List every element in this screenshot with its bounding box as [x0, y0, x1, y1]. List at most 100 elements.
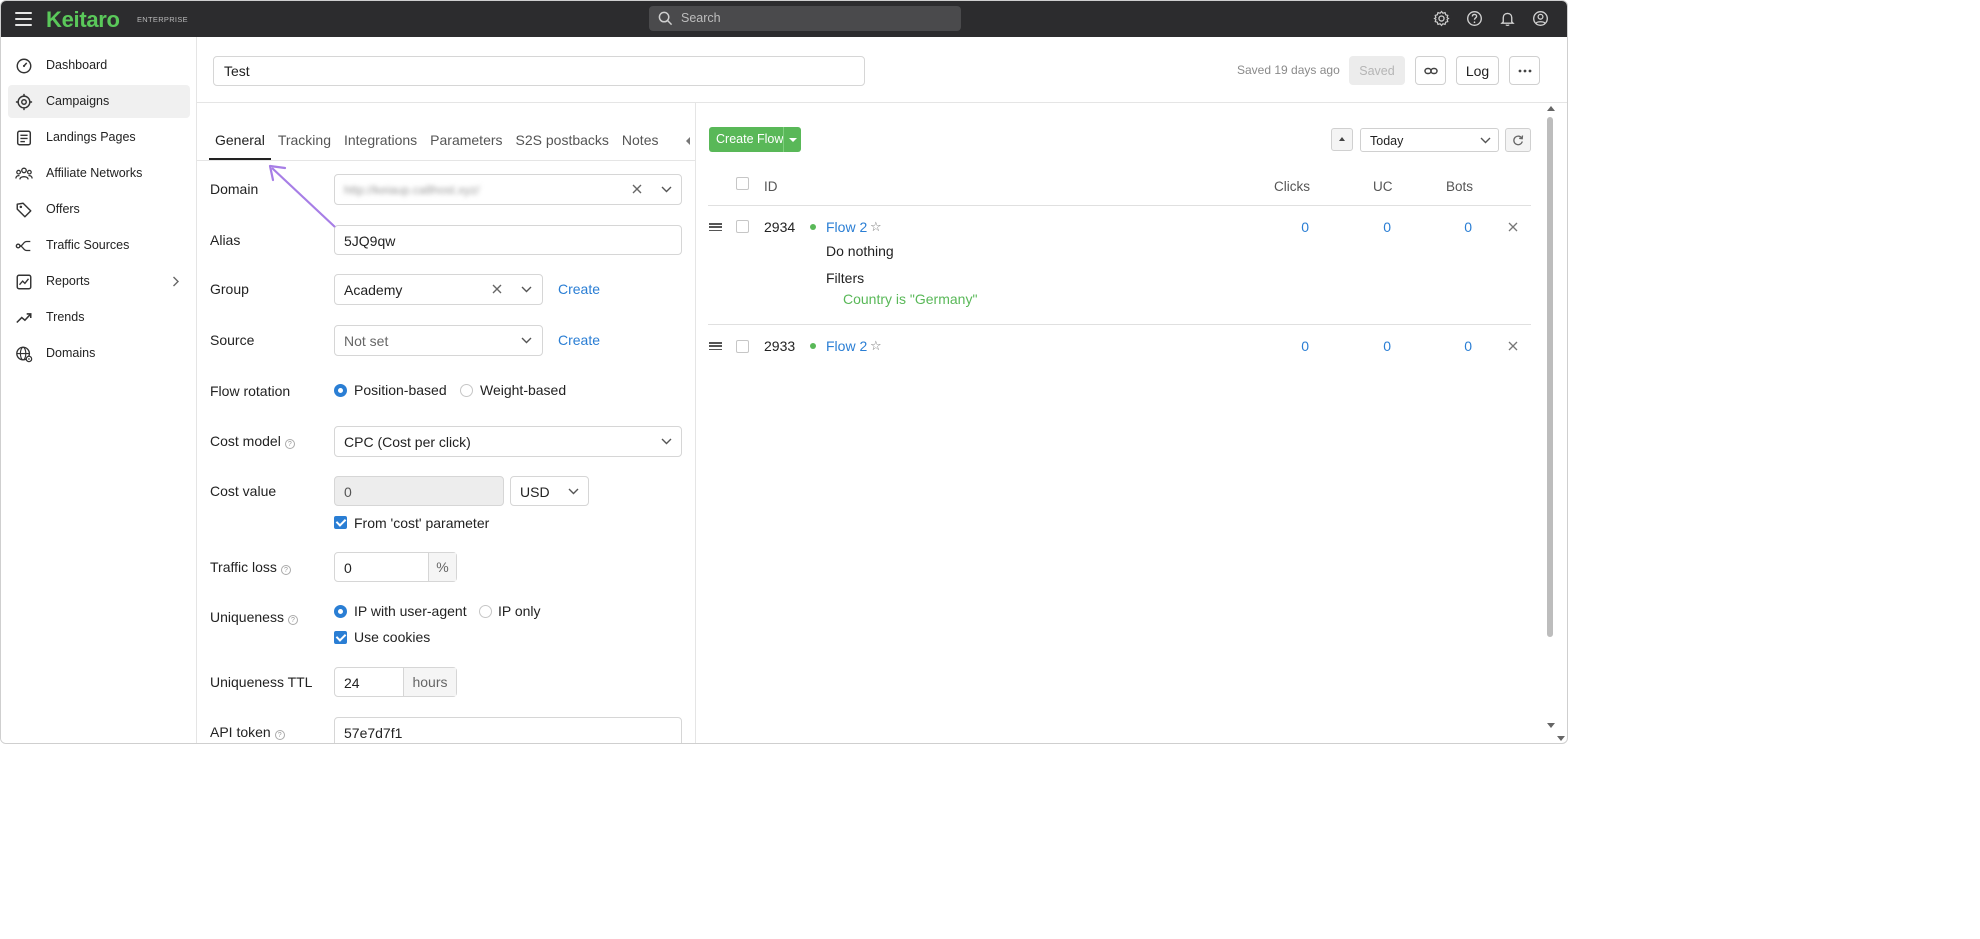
- scroll-down-corner-icon[interactable]: [1557, 736, 1565, 741]
- help-icon[interactable]: ?: [274, 730, 285, 740]
- source-label: Source: [210, 332, 255, 348]
- chevron-down-icon: [1480, 137, 1491, 144]
- group-select[interactable]: Academy: [334, 274, 543, 305]
- from-cost-parameter-checkbox[interactable]: [334, 516, 347, 529]
- sidebar-item-label: Campaigns: [46, 94, 110, 108]
- drag-handle-icon[interactable]: [709, 342, 722, 350]
- refresh-button[interactable]: [1505, 128, 1531, 152]
- flow-name-link[interactable]: Flow 2: [826, 338, 867, 354]
- create-flow-label: Create Flow: [716, 132, 784, 146]
- position-based-radio[interactable]: [334, 384, 347, 397]
- flow-name-link[interactable]: Flow 2: [826, 219, 867, 235]
- row-divider: [708, 324, 1531, 325]
- clicks-value[interactable]: 0: [1269, 219, 1309, 235]
- row-checkbox[interactable]: [736, 220, 749, 233]
- uniqueness-ttl-input[interactable]: 24 hours: [334, 667, 457, 697]
- copy-link-button[interactable]: [1415, 56, 1446, 85]
- bots-value[interactable]: 0: [1432, 338, 1472, 354]
- domain-value: http://keiaup.ca8host.xyz/: [344, 183, 480, 197]
- tab-tracking[interactable]: Tracking: [272, 130, 337, 160]
- tab-notes[interactable]: Notes: [616, 130, 665, 160]
- chevron-down-icon: [661, 438, 672, 445]
- row-checkbox[interactable]: [736, 340, 749, 353]
- menu-icon[interactable]: [15, 12, 32, 26]
- uc-value[interactable]: 0: [1351, 338, 1391, 354]
- delete-flow-icon[interactable]: [1508, 222, 1518, 232]
- sidebar-item-landing-pages[interactable]: Landings Pages: [8, 121, 190, 154]
- tabs-scroll-left-icon[interactable]: [686, 137, 690, 145]
- sidebar-item-campaigns[interactable]: Campaigns: [8, 85, 190, 118]
- use-cookies-checkbox[interactable]: [334, 631, 347, 644]
- cost-model-select[interactable]: CPC (Cost per click): [334, 426, 682, 457]
- domain-select[interactable]: http://keiaup.ca8host.xyz/: [334, 174, 682, 205]
- create-group-link[interactable]: Create: [558, 281, 600, 297]
- help-icon[interactable]: ?: [284, 439, 295, 449]
- delete-flow-icon[interactable]: [1508, 341, 1518, 351]
- traffic-loss-label: Traffic loss?: [210, 559, 291, 575]
- bots-value[interactable]: 0: [1432, 219, 1472, 235]
- flow-id: 2933: [764, 338, 796, 354]
- help-icon[interactable]: [1466, 10, 1483, 27]
- weight-based-radio[interactable]: [460, 384, 473, 397]
- caret-down-icon[interactable]: [789, 138, 797, 142]
- search-placeholder: Search: [681, 11, 721, 25]
- source-select[interactable]: Not set: [334, 325, 543, 356]
- period-select[interactable]: Today: [1360, 128, 1499, 152]
- user-icon[interactable]: [1532, 10, 1549, 27]
- create-flow-button[interactable]: Create Flow: [709, 127, 801, 152]
- clear-icon[interactable]: [632, 184, 642, 194]
- create-source-link[interactable]: Create: [558, 332, 600, 348]
- from-cost-parameter-label: From 'cost' parameter: [354, 515, 490, 531]
- sidebar-item-reports[interactable]: Reports: [8, 265, 190, 298]
- uc-value[interactable]: 0: [1351, 219, 1391, 235]
- collapse-button[interactable]: [1331, 128, 1353, 151]
- search-input[interactable]: Search: [649, 6, 961, 31]
- star-icon[interactable]: ☆: [870, 219, 882, 235]
- column-header-clicks[interactable]: Clicks: [1274, 179, 1310, 194]
- domain-label: Domain: [210, 181, 259, 197]
- column-header-id[interactable]: ID: [764, 179, 778, 194]
- tab-parameters[interactable]: Parameters: [424, 130, 508, 160]
- sidebar-item-traffic-sources[interactable]: Traffic Sources: [8, 229, 190, 262]
- log-button[interactable]: Log: [1456, 56, 1499, 85]
- dashboard-icon: [16, 58, 32, 74]
- sidebar-item-offers[interactable]: Offers: [8, 193, 190, 226]
- bell-icon[interactable]: [1499, 10, 1516, 27]
- clear-icon[interactable]: [492, 284, 502, 294]
- scroll-down-icon[interactable]: [1547, 723, 1555, 728]
- networks-icon: [15, 167, 33, 180]
- tab-s2s-postbacks[interactable]: S2S postbacks: [510, 130, 615, 160]
- sidebar-item-affiliate-networks[interactable]: Affiliate Networks: [8, 157, 190, 190]
- save-button[interactable]: Saved: [1349, 56, 1405, 85]
- scroll-up-icon[interactable]: [1547, 106, 1555, 111]
- tab-integrations[interactable]: Integrations: [338, 130, 423, 160]
- sources-icon: [15, 240, 31, 252]
- drag-handle-icon[interactable]: [709, 223, 722, 231]
- star-icon[interactable]: ☆: [870, 338, 882, 354]
- sidebar-item-dashboard[interactable]: Dashboard: [8, 49, 190, 82]
- group-value: Academy: [344, 282, 403, 298]
- sidebar-item-trends[interactable]: Trends: [8, 301, 190, 334]
- gear-icon[interactable]: [1433, 10, 1450, 27]
- chevron-down-icon: [661, 186, 672, 193]
- alias-input[interactable]: 5JQ9qw: [334, 225, 682, 255]
- select-all-checkbox[interactable]: [736, 177, 749, 190]
- column-header-uc[interactable]: UC: [1373, 179, 1393, 194]
- api-token-input[interactable]: 57e7d7f1: [334, 717, 682, 743]
- traffic-loss-input[interactable]: 0 %: [334, 552, 457, 582]
- tab-general[interactable]: General: [209, 130, 271, 160]
- ip-with-user-agent-radio[interactable]: [334, 605, 347, 618]
- campaign-name-input[interactable]: Test: [213, 56, 865, 86]
- column-header-bots[interactable]: Bots: [1446, 179, 1473, 194]
- ip-only-radio[interactable]: [479, 605, 492, 618]
- currency-value: USD: [520, 484, 550, 500]
- flow-id: 2934: [764, 219, 796, 235]
- sidebar-item-domains[interactable]: Domains: [8, 337, 190, 370]
- currency-select[interactable]: USD: [510, 476, 589, 506]
- scrollbar-thumb[interactable]: [1547, 117, 1553, 637]
- help-icon[interactable]: ?: [287, 615, 298, 625]
- help-icon[interactable]: ?: [280, 565, 291, 575]
- sidebar-item-label: Affiliate Networks: [46, 166, 143, 180]
- more-button[interactable]: [1509, 56, 1540, 85]
- clicks-value[interactable]: 0: [1269, 338, 1309, 354]
